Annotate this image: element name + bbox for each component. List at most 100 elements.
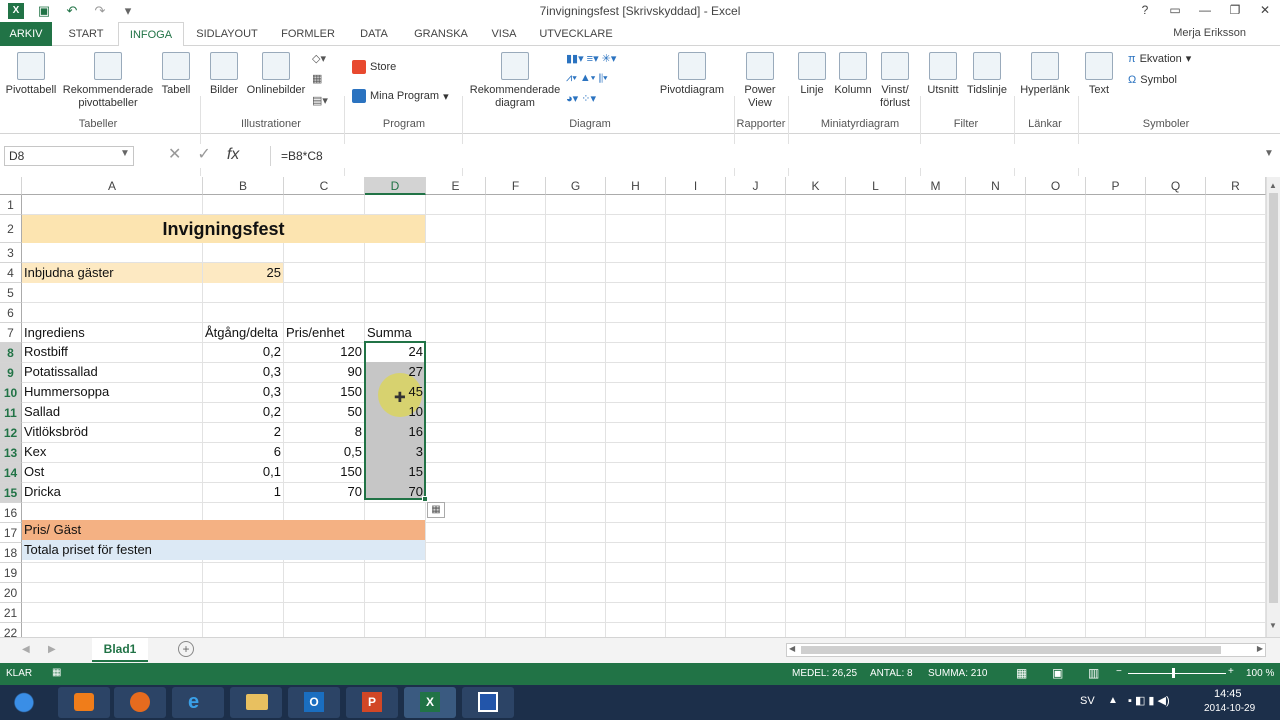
ingredient-cell[interactable]: Dricka bbox=[22, 482, 202, 501]
scroll-thumb[interactable] bbox=[1269, 193, 1278, 603]
value-cell[interactable]: 0,2 bbox=[203, 402, 283, 421]
row-header[interactable]: 22 bbox=[0, 623, 22, 637]
value-cell[interactable]: 0,3 bbox=[203, 362, 283, 381]
close-icon[interactable]: ✕ bbox=[1250, 0, 1280, 20]
hyperlink-button[interactable]: Hyperlänk bbox=[1018, 52, 1072, 97]
excel-icon[interactable]: X bbox=[404, 687, 456, 718]
clock-date[interactable]: 2014-10-29 bbox=[1204, 703, 1255, 714]
minimize-icon[interactable]: — bbox=[1190, 0, 1220, 20]
language-indicator[interactable]: SV bbox=[1080, 695, 1095, 707]
tray-expand-icon[interactable]: ▲ bbox=[1108, 695, 1118, 706]
column-header[interactable]: B bbox=[203, 177, 284, 195]
quick-analysis-icon[interactable]: ▦ bbox=[427, 502, 445, 518]
equation-button[interactable]: π Ekvation ▾ bbox=[1128, 52, 1191, 66]
scroll-right-icon[interactable]: ▶ bbox=[1257, 644, 1263, 653]
slicer-button[interactable]: Utsnitt bbox=[924, 52, 962, 97]
scroll-down-icon[interactable]: ▼ bbox=[1269, 621, 1277, 630]
help-icon[interactable]: ? bbox=[1130, 0, 1160, 20]
text-button[interactable]: Text bbox=[1082, 52, 1116, 97]
column-header[interactable]: P bbox=[1086, 177, 1146, 195]
row-header[interactable]: 13 bbox=[0, 443, 22, 463]
ingredient-cell[interactable]: Hummersoppa bbox=[22, 382, 202, 401]
tab-utvecklare[interactable]: UTVECKLARE bbox=[534, 22, 618, 46]
outlook-icon[interactable]: O bbox=[288, 687, 340, 718]
page-layout-icon[interactable]: ▣ bbox=[1052, 666, 1063, 680]
tab-sidlayout[interactable]: SIDLAYOUT bbox=[188, 22, 266, 46]
store-button[interactable]: Store bbox=[352, 60, 396, 74]
add-sheet-icon[interactable]: + bbox=[178, 641, 194, 657]
file-explorer-icon[interactable] bbox=[230, 687, 282, 718]
row-header[interactable]: 9 bbox=[0, 363, 22, 383]
column-header[interactable]: D bbox=[365, 177, 426, 195]
sum-cell[interactable]: 16 bbox=[365, 422, 425, 441]
row-header[interactable]: 4 bbox=[0, 263, 22, 283]
zoom-slider[interactable] bbox=[1128, 673, 1226, 674]
value-cell[interactable]: 120 bbox=[284, 342, 364, 361]
row-header[interactable]: 3 bbox=[0, 243, 22, 263]
row-header[interactable]: 12 bbox=[0, 423, 22, 443]
value-cell[interactable]: 6 bbox=[203, 442, 283, 461]
sum-cell[interactable]: 24 bbox=[365, 342, 425, 361]
chevron-down-icon[interactable]: ▼ bbox=[120, 148, 130, 159]
price-per-guest-cell[interactable]: Pris/ Gäst bbox=[22, 520, 425, 540]
recommended-charts-button[interactable]: Rekommenderade diagram bbox=[468, 52, 562, 110]
column-header[interactable]: A bbox=[22, 177, 203, 195]
column-header[interactable]: C bbox=[284, 177, 365, 195]
horizontal-scrollbar[interactable]: ◀ ▶ bbox=[786, 643, 1266, 657]
column-header[interactable]: E bbox=[426, 177, 486, 195]
row-header[interactable]: 5 bbox=[0, 283, 22, 303]
symbol-button[interactable]: Ω Symbol bbox=[1128, 74, 1177, 86]
row-header[interactable]: 18 bbox=[0, 543, 22, 563]
zoom-level[interactable]: 100 % bbox=[1246, 668, 1274, 679]
value-cell[interactable]: 0,2 bbox=[203, 342, 283, 361]
smartart-icon[interactable]: ▦ bbox=[312, 72, 322, 85]
pivot-chart-button[interactable]: Pivotdiagram bbox=[656, 52, 728, 97]
column-header[interactable]: G bbox=[546, 177, 606, 195]
clock-time[interactable]: 14:45 bbox=[1214, 688, 1242, 700]
value-cell[interactable]: 90 bbox=[284, 362, 364, 381]
sum-cell[interactable]: 70 bbox=[365, 482, 425, 501]
tab-granska[interactable]: GRANSKA bbox=[406, 22, 476, 46]
ingredient-cell[interactable]: Rostbiff bbox=[22, 342, 202, 361]
total-price-cell[interactable]: Totala priset för festen bbox=[22, 540, 425, 560]
row-header[interactable]: 14 bbox=[0, 463, 22, 483]
scroll-up-icon[interactable]: ▲ bbox=[1269, 181, 1277, 190]
column-header[interactable]: L bbox=[846, 177, 906, 195]
tab-arkiv[interactable]: ARKIV bbox=[0, 22, 52, 46]
pivot-table-button[interactable]: Pivottabell bbox=[4, 52, 58, 97]
enter-icon[interactable]: ✓ bbox=[197, 146, 210, 164]
restore-icon[interactable]: ❐ bbox=[1220, 0, 1250, 20]
sparkline-line-button[interactable]: Linje bbox=[796, 52, 828, 97]
header-price[interactable]: Pris/enhet bbox=[284, 323, 364, 342]
sheet-title[interactable]: Invigningsfest bbox=[22, 215, 425, 243]
sum-cell[interactable]: 15 bbox=[365, 462, 425, 481]
value-cell[interactable]: 0,5 bbox=[284, 442, 364, 461]
my-apps-button[interactable]: Mina Program ▾ bbox=[352, 89, 449, 103]
header-ingredient[interactable]: Ingrediens bbox=[22, 323, 202, 342]
value-cell[interactable]: 1 bbox=[203, 482, 283, 501]
row-header[interactable]: 2 bbox=[0, 215, 22, 243]
column-header[interactable]: F bbox=[486, 177, 546, 195]
expand-formula-icon[interactable]: ▼ bbox=[1264, 148, 1274, 159]
tab-start[interactable]: START bbox=[56, 22, 116, 46]
power-view-button[interactable]: Power View bbox=[740, 52, 780, 110]
media-player-icon[interactable] bbox=[58, 687, 110, 718]
column-header[interactable]: I bbox=[666, 177, 726, 195]
vertical-scrollbar[interactable]: ▲ ▼ bbox=[1266, 177, 1280, 637]
tab-data[interactable]: DATA bbox=[348, 22, 400, 46]
sparkline-winloss-button[interactable]: Vinst/ förlust bbox=[876, 52, 914, 110]
pie-chart-icon[interactable]: ◕▾ ⁘▾ bbox=[566, 92, 596, 105]
row-header[interactable]: 10 bbox=[0, 383, 22, 403]
ingredient-cell[interactable]: Potatissallad bbox=[22, 362, 202, 381]
value-cell[interactable]: 150 bbox=[284, 462, 364, 481]
sum-cell[interactable]: 27 bbox=[365, 362, 425, 381]
tab-visa[interactable]: VISA bbox=[484, 22, 524, 46]
shapes-icon[interactable]: ◇▾ bbox=[312, 52, 326, 65]
sparkline-column-button[interactable]: Kolumn bbox=[832, 52, 874, 97]
value-cell[interactable]: 8 bbox=[284, 422, 364, 441]
page-break-icon[interactable]: ▥ bbox=[1088, 666, 1099, 680]
table-button[interactable]: Tabell bbox=[158, 52, 194, 97]
powerpoint-icon[interactable]: P bbox=[346, 687, 398, 718]
ingredient-cell[interactable]: Kex bbox=[22, 442, 202, 461]
column-header[interactable]: Q bbox=[1146, 177, 1206, 195]
